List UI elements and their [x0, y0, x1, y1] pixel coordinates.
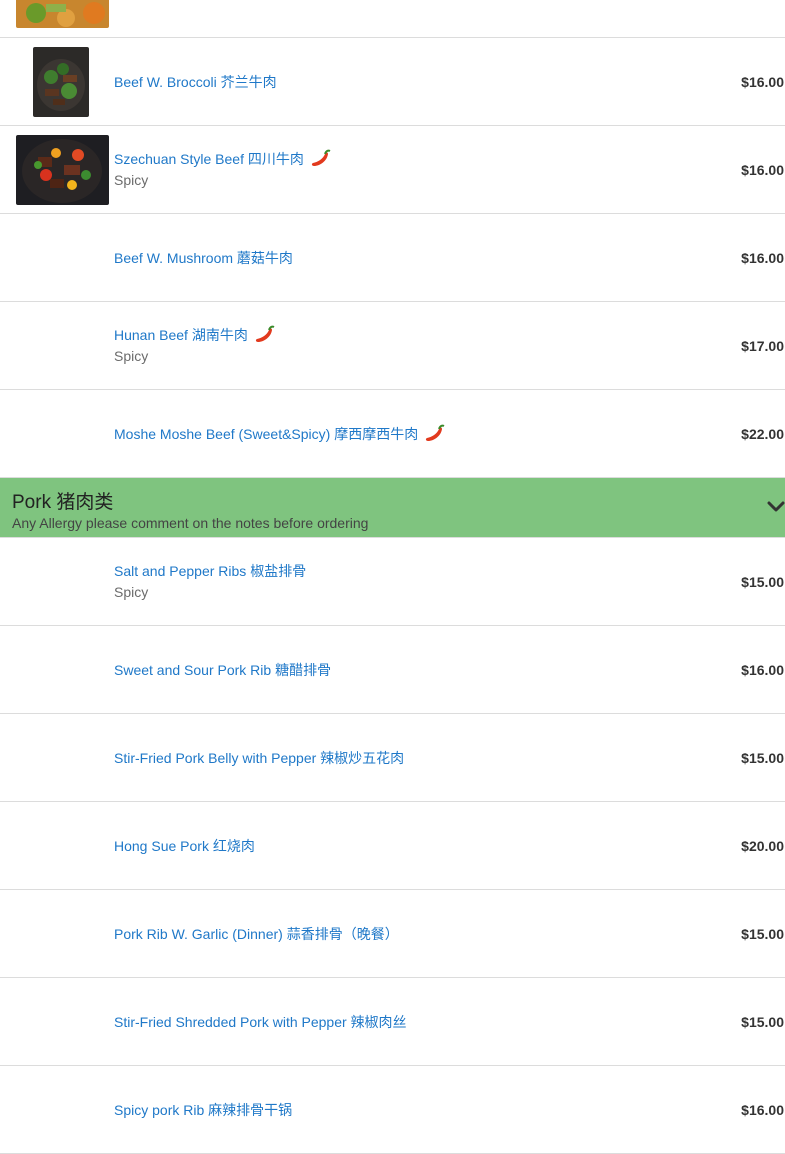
menu-item-row[interactable]: Beef W. Mushroom 蘑菇牛肉 $16.00 — [0, 214, 785, 302]
category-subtitle: Any Allergy please comment on the notes … — [12, 515, 369, 531]
menu-item-row[interactable]: Pork Rib W. Garlic (Dinner) 蒜香排骨（晚餐） $15… — [0, 890, 785, 978]
menu-item-row[interactable]: Beef W. Broccoli 芥兰牛肉 $16.00 — [0, 38, 785, 126]
menu-item-price: $15.00 — [741, 925, 784, 942]
menu-item-name[interactable]: Sweet and Sour Pork Rib 糖醋排骨 — [114, 660, 331, 680]
menu-item-name[interactable]: Stir-Fried Pork Belly with Pepper 辣椒炒五花肉 — [114, 748, 404, 768]
menu-item-description: Spicy — [114, 347, 149, 364]
menu-item-price: $16.00 — [741, 661, 784, 678]
menu-item-price: $22.00 — [741, 425, 784, 442]
menu-item-row[interactable]: Sweet and Sour Pork Rib 糖醋排骨 $16.00 — [0, 626, 785, 714]
menu-item-name[interactable]: Pork Rib W. Garlic (Dinner) 蒜香排骨（晚餐） — [114, 924, 399, 944]
menu-item-row[interactable]: Spicy pork Rib 麻辣排骨干锅 $16.00 — [0, 1066, 785, 1154]
menu-item-price: $16.00 — [741, 73, 784, 90]
menu-item-description: Spicy — [114, 583, 149, 600]
chili-pepper-icon — [254, 325, 276, 345]
menu-item-price: $20.00 — [741, 837, 784, 854]
food-photo — [16, 0, 109, 28]
menu-item-row[interactable]: Hong Sue Pork 红烧肉 $20.00 — [0, 802, 785, 890]
menu-item-name[interactable]: Beef W. Broccoli 芥兰牛肉 — [114, 72, 277, 92]
menu-item-name[interactable]: Hunan Beef 湖南牛肉 — [114, 325, 276, 345]
menu-item-price: $17.00 — [741, 337, 784, 354]
menu-item-price: $16.00 — [741, 249, 784, 266]
menu-item-description: Spicy — [114, 171, 149, 188]
menu-item-row[interactable]: Stir-Fried Shredded Pork with Pepper 辣椒肉… — [0, 978, 785, 1066]
chili-pepper-icon — [310, 149, 332, 169]
menu-item-price: $16.00 — [741, 161, 784, 178]
category-header-pork[interactable]: Pork 猪肉类 Any Allergy please comment on t… — [0, 478, 785, 538]
menu-item-row[interactable]: Hunan Beef 湖南牛肉 Spicy $17.00 — [0, 302, 785, 390]
menu-item-price: $15.00 — [741, 749, 784, 766]
menu-item-name[interactable]: Moshe Moshe Beef (Sweet&Spicy) 摩西摩西牛肉 — [114, 424, 446, 444]
menu-item-row[interactable]: Stir-Fried Pork Belly with Pepper 辣椒炒五花肉… — [0, 714, 785, 802]
menu-item-name[interactable]: Szechuan Style Beef 四川牛肉 — [114, 149, 332, 169]
menu-item-row[interactable]: Szechuan Style Beef 四川牛肉 Spicy $16.00 — [0, 126, 785, 214]
menu-item-name[interactable]: Spicy pork Rib 麻辣排骨干锅 — [114, 1100, 292, 1120]
chili-pepper-icon — [424, 424, 446, 444]
menu-item-row[interactable]: Moshe Moshe Beef (Sweet&Spicy) 摩西摩西牛肉 $2… — [0, 390, 785, 478]
menu-item-row[interactable] — [0, 0, 785, 38]
szechuan-beef-photo — [16, 135, 109, 205]
beef-broccoli-photo — [33, 47, 89, 117]
menu-list: Beef W. Broccoli 芥兰牛肉 $16.00 Szechuan St… — [0, 0, 785, 1154]
menu-item-price: $16.00 — [741, 1101, 784, 1118]
menu-item-row[interactable]: Salt and Pepper Ribs 椒盐排骨 Spicy $15.00 — [0, 538, 785, 626]
chevron-down-icon[interactable] — [767, 500, 785, 514]
menu-item-name[interactable]: Beef W. Mushroom 蘑菇牛肉 — [114, 248, 293, 268]
menu-item-name[interactable]: Hong Sue Pork 红烧肉 — [114, 836, 255, 856]
menu-item-price: $15.00 — [741, 573, 784, 590]
category-title: Pork 猪肉类 — [12, 492, 114, 513]
menu-item-name[interactable]: Salt and Pepper Ribs 椒盐排骨 — [114, 561, 306, 581]
menu-item-name[interactable]: Stir-Fried Shredded Pork with Pepper 辣椒肉… — [114, 1012, 407, 1032]
menu-item-price: $15.00 — [741, 1013, 784, 1030]
